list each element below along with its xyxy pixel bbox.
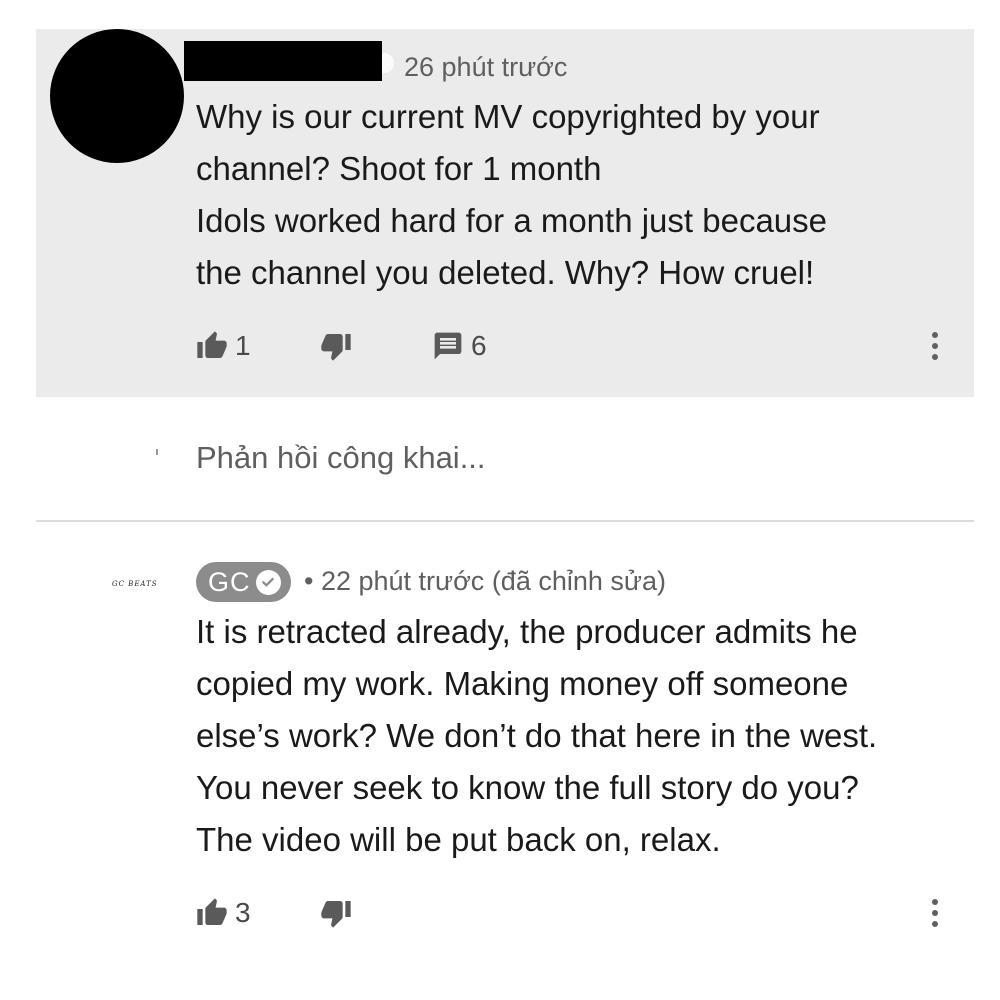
more-options-button[interactable] [920, 326, 950, 366]
comment-text: Why is our current MV copyrighted by you… [196, 98, 828, 291]
reply-avatar [156, 449, 158, 455]
thumbs-up-icon [195, 330, 229, 362]
comment-timestamp: • 22 phút trước (đã chỉnh sửa) [304, 566, 666, 596]
like-button[interactable]: 3 [195, 897, 251, 929]
reply-count-button[interactable]: 6 [431, 330, 487, 362]
avatar[interactable] [50, 29, 184, 163]
dislike-button[interactable] [319, 330, 353, 362]
comment-icon [431, 330, 465, 362]
channel-name: GC [208, 566, 251, 597]
comment-text: It is retracted already, the producer ad… [196, 613, 878, 858]
more-options-button[interactable] [920, 893, 950, 933]
like-button[interactable]: 1 [195, 330, 251, 362]
thumbs-down-icon [319, 330, 353, 362]
comments-page: 26 phút trước Why is our current MV copy… [0, 0, 1000, 1000]
check-circle-icon [255, 569, 281, 595]
reply-count: 6 [471, 330, 487, 361]
thumbs-down-icon [319, 897, 353, 929]
channel-owner-badge[interactable]: GC [196, 562, 291, 602]
public-reply-input[interactable]: Phản hồi công khai... [196, 440, 486, 476]
thumbs-up-icon [195, 897, 229, 929]
channel-avatar[interactable]: GC BEATS [112, 580, 157, 594]
comment-timestamp: 26 phút trước [404, 52, 568, 82]
divider [36, 520, 974, 522]
redacted-author-name [184, 41, 382, 81]
dislike-button[interactable] [319, 897, 353, 929]
like-count: 1 [235, 330, 251, 361]
like-count: 3 [235, 897, 251, 928]
